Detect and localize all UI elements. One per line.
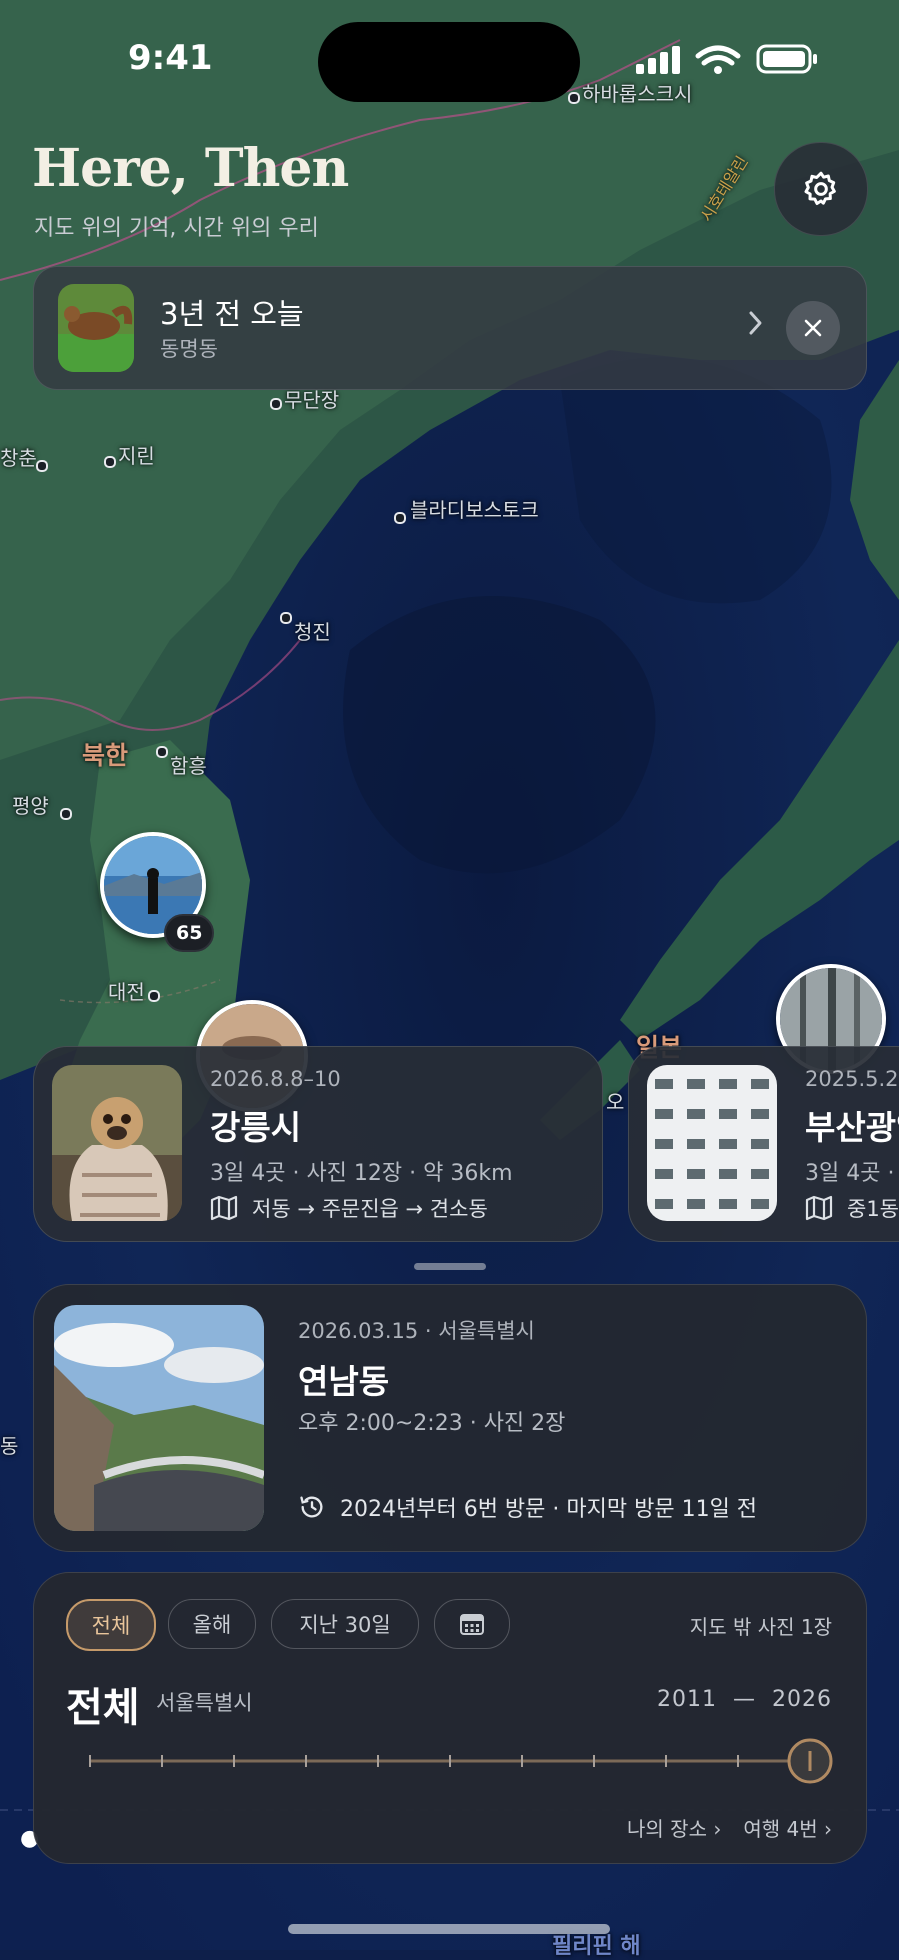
filter-title: 전체 [66, 1685, 140, 1731]
my-places-link[interactable]: 나의 장소 › [627, 1813, 721, 1842]
place-time: 오후 2:00~2:23 · 사진 2장 [298, 1411, 566, 1436]
year-range-dash: — [733, 1687, 756, 1712]
dynamic-island [318, 22, 580, 102]
app-subtitle: 지도 위의 기억, 시간 위의 우리 [34, 216, 319, 241]
map-icon [210, 1195, 238, 1221]
settings-button[interactable] [774, 142, 868, 236]
map-label-khabarovsk: 하바롭스크시 [582, 82, 693, 106]
trip-title: 부산광역 [805, 1108, 899, 1147]
calendar-button[interactable] [434, 1599, 510, 1649]
memory-location: 동명동 [160, 337, 218, 361]
map-label-vladivostok: 블라디보스토크 [410, 498, 539, 522]
trip-stats: 3일 4곳 · 사진 12장 · 약 36km [210, 1161, 513, 1186]
close-button[interactable] [786, 301, 840, 355]
chip-last-30-days[interactable]: 지난 30일 [271, 1599, 419, 1649]
chip-all[interactable]: 전체 [66, 1599, 156, 1651]
place-date: 2026.03.15 · 서울특별시 [298, 1319, 535, 1343]
trip-route-text: 저동 → 주문진읍 → 견소동 [252, 1197, 488, 1221]
trip-route: 중1동 [805, 1193, 899, 1223]
map-label-hamhung: 함흥 [170, 754, 207, 778]
map-label-daejeon: 대전 [108, 980, 145, 1004]
wifi-icon [695, 45, 741, 66]
map-label-jilin: 지린 [118, 444, 155, 468]
memory-card[interactable]: 3년 전 오늘 동명동 [33, 266, 867, 390]
trip-route-text: 중1동 [847, 1197, 899, 1221]
close-icon [804, 319, 822, 337]
year-range: 2011 — 2026 [657, 1687, 832, 1712]
year-range-start: 2011 [657, 1687, 717, 1712]
place-card[interactable]: 2026.03.15 · 서울특별시 연남동 오후 2:00~2:23 · 사진… [33, 1284, 867, 1552]
chevron-right-icon[interactable] [746, 307, 766, 343]
trip-card[interactable]: 2025.5.2 부산광역 3일 4곳 · 중1동 [628, 1046, 899, 1242]
calendar-icon [460, 1614, 484, 1635]
map-label-o: 오 [606, 1090, 625, 1114]
trip-thumbnail [647, 1065, 777, 1221]
outside-map-photos[interactable]: 지도 밖 사진 1장 [690, 1611, 832, 1640]
trip-stats: 3일 4곳 · [805, 1161, 895, 1186]
cellular-signal-icon [636, 46, 680, 74]
trips-link[interactable]: 여행 4번 › [743, 1813, 832, 1842]
home-indicator[interactable] [288, 1924, 610, 1934]
gear-icon [804, 171, 836, 205]
place-thumbnail [54, 1305, 264, 1531]
memory-thumbnail [58, 284, 134, 372]
history-icon [300, 1496, 323, 1518]
place-title: 연남동 [298, 1362, 390, 1401]
map-icon [805, 1195, 833, 1221]
filter-region: 서울특별시 [156, 1691, 253, 1715]
memory-title: 3년 전 오늘 [160, 297, 304, 331]
map-label-pyongyang: 평양 [12, 794, 49, 818]
status-icons [636, 44, 822, 80]
sheet-drag-handle[interactable] [414, 1263, 486, 1270]
trip-date: 2026.8.8–10 [210, 1067, 341, 1091]
status-time: 9:41 [128, 38, 213, 78]
year-range-end: 2026 [772, 1687, 832, 1712]
timeline-filter-card: 전체 올해 지난 30일 지도 밖 사진 1장 전체 서울특별시 2011 — … [33, 1572, 867, 1864]
cluster-count-badge: 65 [164, 914, 215, 952]
place-visits-text: 2024년부터 6번 방문 · 마지막 방문 11일 전 [340, 1497, 758, 1522]
map-label-changchun: 창춘 [0, 446, 37, 470]
trip-date: 2025.5.2 [805, 1067, 899, 1091]
footer-links: 나의 장소 › 여행 4번 › [627, 1813, 832, 1842]
place-visits: 2024년부터 6번 방문 · 마지막 방문 11일 전 [298, 1491, 757, 1523]
trip-title: 강릉시 [210, 1108, 302, 1147]
battery-icon [756, 44, 817, 74]
app-title: Here, Then [32, 138, 349, 199]
map-label-chongjin: 청진 [294, 620, 331, 644]
map-label-north-korea: 북한 [82, 741, 129, 770]
trip-thumbnail [52, 1065, 182, 1221]
trip-route: 저동 → 주문진읍 → 견소동 [210, 1193, 488, 1223]
map-label-dong: 동 [0, 1434, 19, 1458]
chip-this-year[interactable]: 올해 [168, 1599, 256, 1649]
timeline-slider[interactable] [84, 1731, 844, 1791]
trip-card[interactable]: 2026.8.8–10 강릉시 3일 4곳 · 사진 12장 · 약 36km … [33, 1046, 603, 1242]
